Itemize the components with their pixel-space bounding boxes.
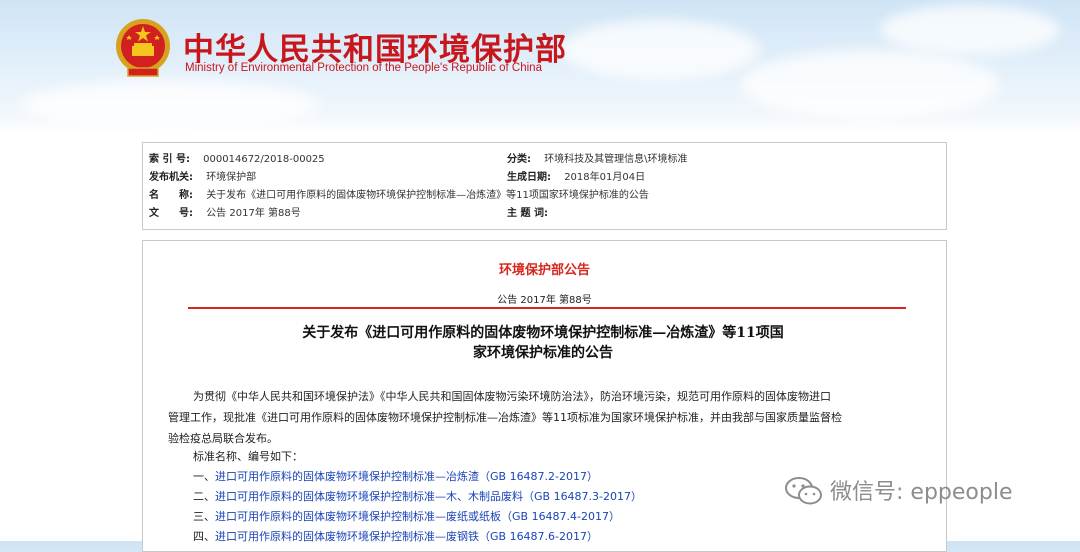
standard-item: 四、进口可用作原料的固体废物环境保护控制标准—废钢铁（GB 16487.6-20…	[193, 527, 598, 547]
document-title-line: 关于发布《进口可用作原料的固体废物环境保护控制标准—冶炼渣》等11项国	[302, 325, 784, 341]
document-title: 关于发布《进口可用作原料的固体废物环境保护控制标准—冶炼渣》等11项国 家环境保…	[233, 323, 853, 363]
name-label: 名 称:	[149, 190, 193, 201]
notice-content-panel: 环境保护部公告 公告 2017年 第88号 关于发布《进口可用作原料的固体废物环…	[142, 240, 947, 552]
site-header: 中华人民共和国环境保护部 Ministry of Environmental P…	[0, 0, 1080, 135]
index-value: 000014672/2018-00025	[203, 154, 325, 165]
notice-title: 环境保护部公告	[498, 263, 590, 278]
date-value: 2018年01月04日	[564, 172, 646, 183]
meta-subject-row: 主 题 词:	[507, 205, 561, 223]
site-subtitle: Ministry of Environmental Protection of …	[185, 62, 542, 74]
meta-category-row: 分类: 环境科技及其管理信息\环境标准	[507, 151, 688, 169]
docno-value: 公告 2017年 第88号	[206, 208, 301, 219]
paragraph-line: 为贯彻《中华人民共和国环境保护法》《中华人民共和国固体废物污染环境防治法》，防治…	[193, 390, 831, 403]
meta-index-row: 索 引 号: 000014672/2018-00025	[149, 151, 325, 169]
cloud-decoration	[20, 80, 320, 130]
meta-date-row: 生成日期: 2018年01月04日	[507, 169, 645, 187]
title-divider	[188, 307, 906, 309]
meta-docno-row: 文 号: 公告 2017年 第88号	[149, 205, 301, 223]
standard-prefix: 一、	[193, 470, 215, 483]
paragraph-line: 管理工作，现批准《进口可用作原料的固体废物环境保护控制标准—冶炼渣》等11项标准…	[168, 411, 842, 424]
paragraph-line: 验检疫总局联合发布。	[168, 432, 278, 445]
standards-list-intro: 标准名称、编号如下：	[193, 450, 303, 463]
cloud-decoration	[880, 5, 1060, 55]
issuer-value: 环境保护部	[206, 172, 257, 183]
cloud-decoration	[560, 20, 760, 80]
subject-label: 主 题 词:	[507, 208, 548, 219]
standard-link[interactable]: 进口可用作原料的固体废物环境保护控制标准—废纸或纸板（GB 16487.4-20…	[215, 510, 620, 523]
standard-link[interactable]: 进口可用作原料的固体废物环境保护控制标准—木、木制品废料（GB 16487.3-…	[215, 490, 642, 503]
standard-link[interactable]: 进口可用作原料的固体废物环境保护控制标准—冶炼渣（GB 16487.2-2017…	[215, 470, 598, 483]
standard-item: 三、进口可用作原料的固体废物环境保护控制标准—废纸或纸板（GB 16487.4-…	[193, 507, 620, 527]
standard-prefix: 三、	[193, 510, 215, 523]
standard-item: 一、进口可用作原料的固体废物环境保护控制标准—冶炼渣（GB 16487.2-20…	[193, 467, 598, 487]
wechat-watermark: 微信号: eppeople	[830, 480, 1013, 505]
document-title-line: 家环境保护标准的公告	[473, 345, 613, 361]
standard-item: 二、进口可用作原料的固体废物环境保护控制标准—木、木制品废料（GB 16487.…	[193, 487, 642, 507]
date-label: 生成日期:	[507, 172, 551, 183]
notice-number: 公告 2017年 第88号	[497, 295, 592, 306]
cloud-decoration	[740, 50, 1000, 120]
standard-prefix: 二、	[193, 490, 215, 503]
meta-issuer-row: 发布机关: 环境保护部	[149, 169, 256, 187]
standard-prefix: 四、	[193, 530, 215, 543]
body-paragraph: 为贯彻《中华人民共和国环境保护法》《中华人民共和国固体废物污染环境防治法》，防治…	[168, 386, 928, 407]
index-label: 索 引 号:	[149, 154, 190, 165]
meta-name-row: 名 称: 关于发布《进口可用作原料的固体废物环境保护控制标准—冶炼渣》等11项国…	[149, 187, 649, 205]
standard-link[interactable]: 进口可用作原料的固体废物环境保护控制标准—废钢铁（GB 16487.6-2017…	[215, 530, 598, 543]
docno-label: 文 号:	[149, 208, 193, 219]
wechat-icon	[785, 477, 822, 505]
category-label: 分类:	[507, 154, 531, 165]
name-value: 关于发布《进口可用作原料的固体废物环境保护控制标准—冶炼渣》等11项国家环境保护…	[206, 190, 649, 201]
national-emblem-icon	[116, 19, 170, 77]
category-value: 环境科技及其管理信息\环境标准	[544, 154, 688, 165]
document-metadata-panel: 索 引 号: 000014672/2018-00025 分类: 环境科技及其管理…	[142, 142, 947, 230]
issuer-label: 发布机关:	[149, 172, 193, 183]
body-paragraph-cont: 管理工作，现批准《进口可用作原料的固体废物环境保护控制标准—冶炼渣》等11项标准…	[168, 407, 928, 449]
